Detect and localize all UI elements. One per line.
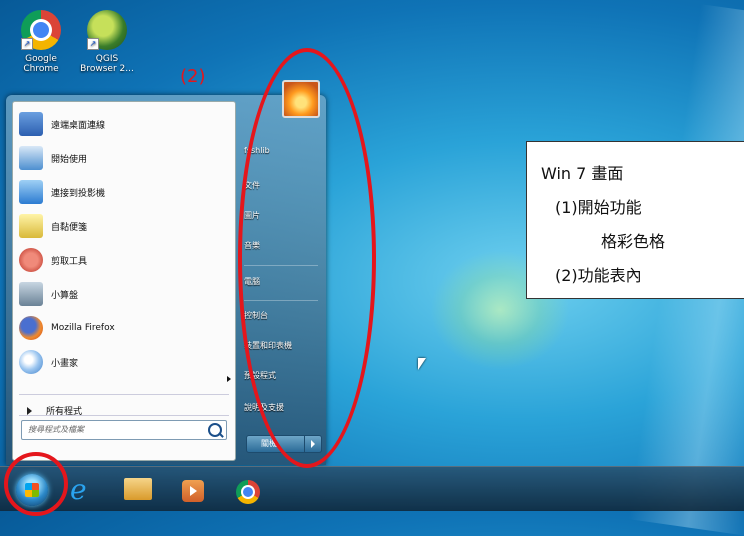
note-line: (1)開始功能	[555, 198, 642, 217]
program-firefox[interactable]: Mozilla Firefox	[19, 312, 115, 344]
chrome-icon: ↗	[21, 10, 61, 50]
program-snipping-tool[interactable]: 剪取工具	[19, 244, 87, 276]
remote-desktop-icon	[19, 112, 43, 136]
program-paint[interactable]: 小畫家	[19, 346, 78, 378]
desktop-icon-label: Chrome	[23, 64, 59, 74]
program-label: Mozilla Firefox	[51, 323, 115, 333]
desktop-icon-label: Browser 2...	[80, 64, 134, 74]
program-remote-desktop[interactable]: 遠端桌面連線	[19, 108, 105, 140]
program-label: 連接到投影機	[51, 188, 106, 199]
chrome-taskbar-icon[interactable]	[236, 480, 260, 504]
program-sticky-notes[interactable]: 自黏便箋	[19, 210, 87, 242]
search-icon[interactable]	[208, 423, 222, 437]
desktop-icon-chrome[interactable]: ↗ Google Chrome	[12, 10, 70, 74]
firefox-icon	[19, 316, 43, 340]
file-explorer-icon[interactable]	[124, 478, 152, 500]
program-label: 自黏便箋	[51, 222, 88, 233]
program-label: 開始使用	[51, 154, 88, 165]
media-player-icon[interactable]	[182, 480, 204, 502]
note-line: 格彩色格	[601, 232, 666, 251]
desktop-icon-qgis[interactable]: ↗ QGIS Browser 2...	[78, 10, 136, 74]
program-label: 小算盤	[51, 290, 79, 301]
annotation-label: (2)	[180, 66, 206, 87]
calculator-icon	[19, 282, 43, 306]
paint-icon	[19, 350, 43, 374]
snipping-tool-icon	[19, 248, 43, 272]
note-line: Win 7 畫面	[541, 164, 624, 183]
program-getting-started[interactable]: 開始使用	[19, 142, 87, 174]
divider	[19, 415, 229, 416]
program-label: 剪取工具	[51, 256, 88, 267]
getting-started-icon	[19, 146, 43, 170]
search-input[interactable]: 搜尋程式及檔案	[21, 420, 227, 440]
shortcut-arrow-icon: ↗	[21, 38, 33, 50]
sticky-notes-icon	[19, 214, 43, 238]
internet-explorer-icon[interactable]: e	[70, 476, 98, 504]
shortcut-arrow-icon: ↗	[87, 38, 99, 50]
all-programs-arrow-icon	[27, 406, 32, 415]
note-line: (2)功能表內	[555, 266, 642, 285]
start-menu-programs-pane: 遠端桌面連線 開始使用 連接到投影機 自黏便箋 剪取工具 小算盤 Mozilla…	[12, 101, 236, 461]
program-projector[interactable]: 連接到投影機	[19, 176, 105, 208]
qgis-icon: ↗	[87, 10, 127, 50]
projector-icon	[19, 180, 43, 204]
mouse-pointer-icon	[418, 358, 426, 370]
annotation-circle-places	[238, 48, 376, 468]
annotation-circle-start	[4, 452, 68, 516]
annotation-note-box: Win 7 畫面 (1)開始功能 格彩色格 (2)功能表內	[526, 141, 744, 299]
submenu-arrow-icon	[227, 376, 231, 382]
search-placeholder: 搜尋程式及檔案	[28, 425, 84, 434]
desktop-icon-label: Google	[25, 54, 57, 64]
divider	[19, 394, 229, 395]
desktop-icon-label: QGIS	[95, 54, 119, 64]
program-calculator[interactable]: 小算盤	[19, 278, 78, 310]
program-label: 遠端桌面連線	[51, 120, 106, 131]
program-label: 小畫家	[51, 358, 79, 369]
taskbar	[0, 466, 744, 511]
